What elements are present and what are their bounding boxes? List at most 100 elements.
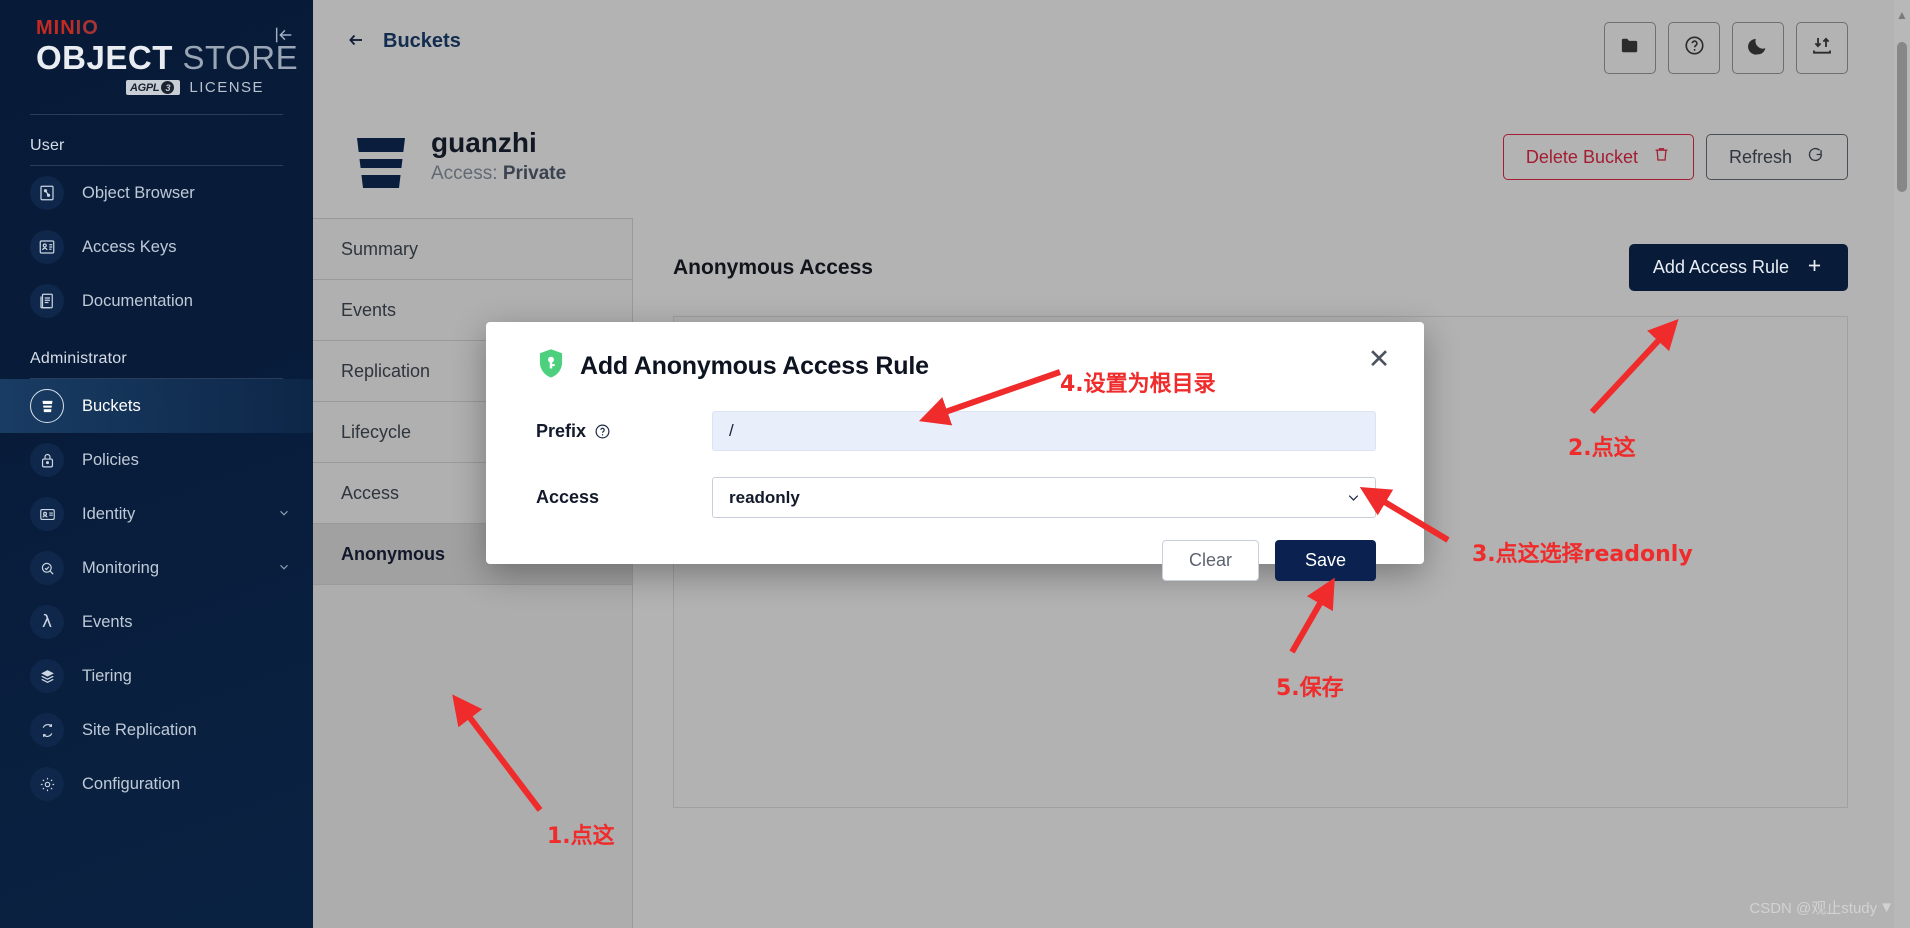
monitoring-icon — [30, 551, 64, 585]
tab-label: Anonymous — [341, 544, 445, 565]
bucket-icon — [30, 389, 64, 423]
sidebar-item-label: Object Browser — [82, 184, 195, 203]
breadcrumb-back-buckets[interactable]: Buckets — [345, 30, 461, 53]
tab-label: Replication — [341, 361, 430, 382]
chevron-down-icon[interactable] — [277, 560, 291, 577]
license-upload-button[interactable] — [1796, 22, 1848, 74]
scrollbar-thumb[interactable] — [1897, 42, 1907, 192]
add-access-rule-label: Add Access Rule — [1653, 257, 1789, 278]
scroll-up-arrow-icon[interactable]: ▲ — [1896, 8, 1908, 22]
sidebar-item-identity[interactable]: Identity — [0, 487, 313, 541]
bucket-title-block: guanzhi Access: Private — [431, 126, 566, 185]
bucket-header-actions: Delete Bucket Refresh — [1503, 134, 1848, 180]
access-select[interactable] — [712, 477, 1376, 518]
trash-icon — [1652, 145, 1671, 169]
close-icon[interactable]: ✕ — [1364, 344, 1394, 374]
sidebar-item-label: Identity — [82, 505, 135, 524]
refresh-button[interactable]: Refresh — [1706, 134, 1848, 180]
help-button[interactable] — [1668, 22, 1720, 74]
delete-bucket-button[interactable]: Delete Bucket — [1503, 134, 1694, 180]
bucket-access-label: Access: — [431, 163, 498, 184]
sidebar-item-buckets[interactable]: Buckets — [0, 379, 313, 433]
annotation-label-4: 4.设置为根目录 — [1060, 366, 1216, 398]
sidebar-item-label: Tiering — [82, 667, 132, 686]
agpl-badge: AGPL 3 — [126, 80, 180, 95]
sidebar-item-label: Buckets — [82, 397, 141, 416]
sidebar-item-access-keys[interactable]: Access Keys — [0, 220, 313, 274]
sidebar-group-title-user: User — [0, 115, 313, 165]
watermark: CSDN @观止study ▼ — [1749, 897, 1894, 918]
help-circle-icon[interactable] — [594, 423, 611, 440]
prefix-input[interactable] — [712, 411, 1376, 451]
add-anonymous-access-rule-dialog: Add Anonymous Access Rule ✕ Prefix Acces… — [486, 322, 1424, 564]
sidebar-item-label: Monitoring — [82, 559, 159, 578]
agpl-badge-version: 3 — [161, 81, 174, 94]
sidebar-item-label: Configuration — [82, 775, 180, 794]
tab-label: Events — [341, 300, 396, 321]
annotation-label-1: 1.点这 — [547, 818, 615, 850]
save-button[interactable]: Save — [1275, 540, 1376, 581]
refresh-label: Refresh — [1729, 147, 1792, 168]
sidebar-group-administrator: Administrator Buckets — [0, 328, 313, 811]
sidebar-item-monitoring[interactable]: Monitoring — [0, 541, 313, 595]
lambda-icon: λ — [30, 605, 64, 639]
sidebar-item-tiering[interactable]: Tiering — [0, 649, 313, 703]
bucket-header: guanzhi Access: Private Delete Bucket — [313, 102, 1910, 218]
folder-icon — [1619, 34, 1642, 62]
add-access-rule-button[interactable]: Add Access Rule — [1629, 244, 1848, 291]
status-badge: Private — [503, 163, 566, 184]
access-field-row: Access — [536, 477, 1376, 518]
gear-icon — [30, 767, 64, 801]
arrow-left-icon — [345, 31, 367, 53]
sidebar-item-label: Policies — [82, 451, 139, 470]
access-keys-icon — [30, 230, 64, 264]
brand-logo: MINIO OBJECT STORE AGPL 3 LICENSE — [0, 0, 313, 108]
sidebar-group-title-administrator: Administrator — [0, 328, 313, 378]
sidebar-group-user: User Object Browser Access Keys — [0, 115, 313, 328]
sidebar-item-documentation[interactable]: Documentation — [0, 274, 313, 328]
license-label: LICENSE — [189, 79, 264, 96]
clear-button[interactable]: Clear — [1162, 540, 1259, 581]
sidebar-item-site-replication[interactable]: Site Replication — [0, 703, 313, 757]
panel-header: Anonymous Access Add Access Rule — [673, 244, 1848, 291]
policies-lock-icon — [30, 443, 64, 477]
identity-card-icon — [30, 497, 64, 531]
annotation-label-2: 2.点这 — [1568, 430, 1636, 462]
folder-button[interactable] — [1604, 22, 1656, 74]
annotation-label-5: 5.保存 — [1276, 670, 1344, 702]
object-word: OBJECT — [36, 39, 173, 76]
sidebar-item-label: Events — [82, 613, 132, 632]
license-row: AGPL 3 LICENSE — [36, 79, 313, 96]
watermark-caret-icon: ▼ — [1879, 899, 1894, 916]
site-replication-icon — [30, 713, 64, 747]
agpl-badge-text: AGPL — [130, 82, 159, 94]
tab-summary[interactable]: Summary — [313, 219, 632, 280]
minio-wordmark-prefix: MIN — [36, 17, 76, 39]
minio-wordmark-suffix: IO — [76, 17, 99, 39]
sidebar-item-label: Documentation — [82, 292, 193, 311]
sidebar-item-policies[interactable]: Policies — [0, 433, 313, 487]
sidebar-item-object-browser[interactable]: Object Browser — [0, 166, 313, 220]
access-label: Access — [536, 487, 599, 508]
delete-bucket-label: Delete Bucket — [1526, 147, 1638, 168]
question-circle-icon — [1683, 34, 1706, 62]
panel-title: Anonymous Access — [673, 256, 873, 280]
annotation-label-3: 3.点这选择readonly — [1472, 536, 1693, 568]
moon-icon — [1747, 35, 1769, 62]
collapse-sidebar-icon[interactable] — [271, 22, 297, 48]
sidebar-item-configuration[interactable]: Configuration — [0, 757, 313, 811]
object-browser-icon — [30, 176, 64, 210]
download-upload-icon — [1810, 34, 1834, 63]
access-label-wrap: Access — [536, 487, 712, 508]
refresh-icon — [1806, 145, 1825, 169]
chevron-down-icon[interactable] — [277, 506, 291, 523]
prefix-label-wrap: Prefix — [536, 421, 712, 442]
sidebar-item-events[interactable]: λ Events — [0, 595, 313, 649]
shield-key-icon — [536, 348, 566, 385]
breadcrumb-label: Buckets — [383, 30, 461, 53]
page-scrollbar[interactable]: ▲ — [1894, 0, 1910, 928]
sidebar-item-label: Site Replication — [82, 721, 197, 740]
tab-label: Summary — [341, 239, 418, 260]
page-title: guanzhi — [431, 126, 566, 160]
dark-mode-button[interactable] — [1732, 22, 1784, 74]
